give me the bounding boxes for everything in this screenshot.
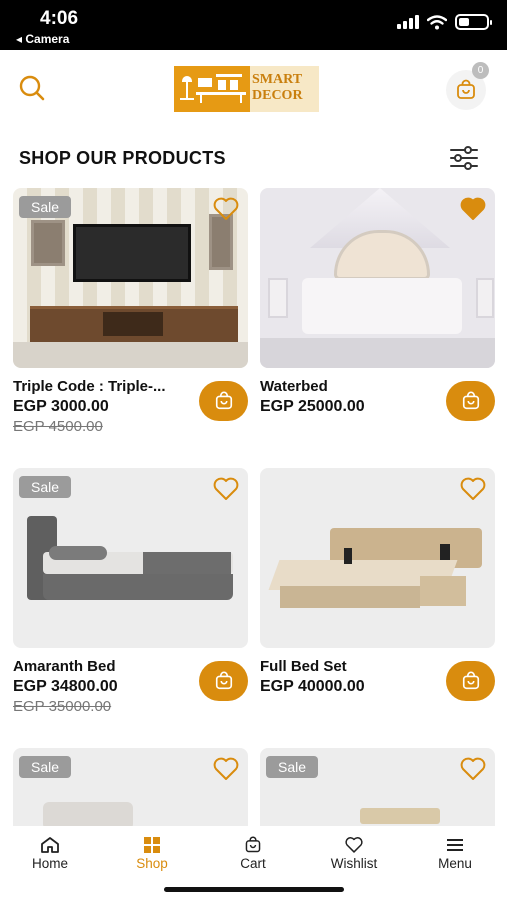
nav-shop[interactable]: Shop [112, 836, 192, 871]
add-to-cart-button[interactable] [199, 661, 248, 701]
add-to-wishlist-button[interactable] [459, 756, 487, 782]
sale-badge: Sale [266, 756, 319, 778]
grid-icon [144, 837, 160, 853]
product-title[interactable]: Full Bed Set [260, 658, 445, 675]
heart-outline-icon [213, 197, 239, 220]
product-card[interactable]: Waterbed EGP 25000.00 [260, 188, 495, 421]
nav-menu[interactable]: Menu [415, 836, 495, 871]
logo-line2: DECOR [252, 88, 303, 103]
product-image[interactable]: Sale [13, 468, 248, 648]
header-cart-button[interactable]: 0 [446, 62, 489, 110]
product-card[interactable]: Full Bed Set EGP 40000.00 [260, 468, 495, 701]
back-to-camera-link[interactable]: ◂ Camera [16, 32, 69, 46]
status-time: 4:06 [40, 8, 79, 29]
add-to-wishlist-button[interactable] [212, 476, 240, 502]
heart-filled-icon [460, 197, 486, 220]
add-to-wishlist-button[interactable] [212, 196, 240, 222]
nav-cart[interactable]: Cart [213, 836, 293, 871]
heart-outline-icon [460, 757, 486, 780]
add-to-wishlist-button[interactable] [212, 756, 240, 782]
add-to-cart-button[interactable] [446, 381, 495, 421]
sale-badge: Sale [19, 756, 72, 778]
search-button[interactable] [14, 70, 50, 106]
remove-from-wishlist-button[interactable] [459, 196, 487, 222]
shopping-bag-icon [245, 836, 261, 853]
product-title[interactable]: Amaranth Bed [13, 658, 198, 675]
product-image[interactable]: Sale [13, 188, 248, 368]
shopping-bag-icon [215, 671, 232, 690]
product-title[interactable]: Waterbed [260, 378, 445, 395]
app-header: SMART DECOR 0 [0, 50, 507, 130]
product-card[interactable]: Sale Triple Code : Triple-... EGP 3000.0… [13, 188, 248, 435]
shopping-bag-icon [457, 79, 475, 99]
add-to-cart-button[interactable] [446, 661, 495, 701]
home-indicator[interactable] [164, 887, 344, 892]
nav-wishlist-label: Wishlist [330, 856, 378, 871]
product-title[interactable]: Triple Code : Triple-... [13, 378, 198, 395]
heart-outline-icon [213, 477, 239, 500]
product-image[interactable] [260, 468, 495, 648]
wifi-icon [427, 14, 447, 29]
add-to-wishlist-button[interactable] [459, 476, 487, 502]
hamburger-menu-icon [447, 839, 463, 851]
nav-cart-label: Cart [240, 856, 266, 871]
cart-count-badge: 0 [472, 62, 489, 79]
heart-outline-icon [460, 477, 486, 500]
product-card[interactable]: Sale Amaranth Bed EGP 34800.00 EGP 35000… [13, 468, 248, 715]
sale-badge: Sale [19, 196, 72, 218]
filter-button[interactable] [449, 145, 479, 171]
search-icon [19, 75, 45, 101]
product-image[interactable] [260, 188, 495, 368]
nav-menu-label: Menu [438, 856, 472, 871]
sale-badge: Sale [19, 476, 72, 498]
signal-icon [397, 15, 419, 29]
logo-line1: SMART [252, 72, 303, 87]
shopping-bag-icon [462, 391, 479, 410]
heart-outline-icon [213, 757, 239, 780]
nav-home-label: Home [31, 856, 68, 871]
battery-icon [455, 14, 492, 30]
add-to-cart-button[interactable] [199, 381, 248, 421]
shopping-bag-icon [462, 671, 479, 690]
status-icons [397, 14, 492, 30]
status-bar: 4:06 ◂ Camera [0, 0, 507, 50]
nav-home[interactable]: Home [10, 836, 90, 871]
product-old-price: EGP 35000.00 [13, 698, 112, 715]
sliders-icon [450, 146, 478, 170]
nav-wishlist[interactable]: Wishlist [314, 836, 394, 871]
heart-outline-icon [345, 837, 363, 853]
section-title: SHOP OUR PRODUCTS [19, 148, 226, 168]
smart-decor-logo[interactable]: SMART DECOR [174, 66, 319, 112]
shopping-bag-icon [215, 391, 232, 410]
product-old-price: EGP 4500.00 [13, 418, 103, 435]
nav-shop-label: Shop [136, 856, 168, 871]
logo-text: SMART DECOR [250, 66, 319, 112]
logo-mark [174, 66, 250, 112]
home-icon [41, 837, 59, 853]
